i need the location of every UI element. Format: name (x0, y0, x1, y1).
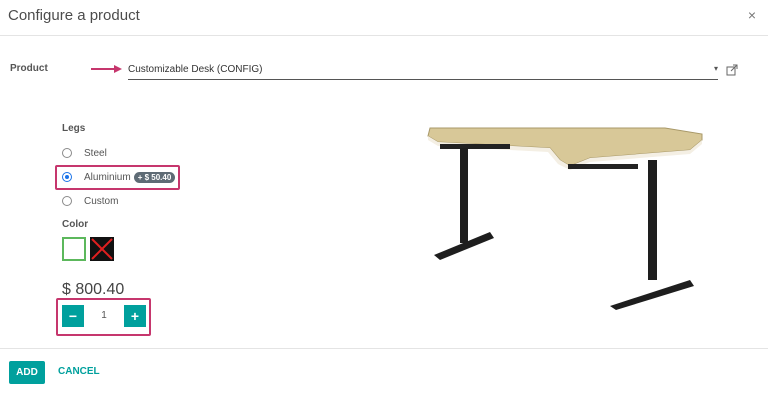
legs-option-aluminium[interactable]: Aluminium + $ 50.40 (62, 170, 176, 184)
radio-aluminium[interactable] (62, 172, 72, 182)
quantity-decrease-button[interactable]: − (62, 305, 84, 327)
legs-option-label: Custom (84, 195, 119, 207)
product-price: $ 800.40 (62, 281, 125, 298)
legs-option-steel[interactable]: Steel (62, 146, 107, 160)
product-select[interactable]: Customizable Desk (CONFIG) ▾ (128, 61, 718, 80)
color-swatch-black[interactable] (90, 237, 114, 261)
configure-product-dialog: Configure a product × Product Customizab… (0, 0, 768, 401)
legs-option-label: Steel (84, 147, 107, 159)
dialog-footer (0, 348, 768, 401)
quantity-input[interactable]: 1 (85, 305, 123, 327)
price-extra-badge: + $ 50.40 (133, 171, 176, 183)
chevron-down-icon[interactable]: ▾ (714, 64, 718, 73)
quantity-increase-button[interactable]: + (124, 305, 146, 327)
dialog-header: Configure a product × (0, 0, 768, 36)
close-icon[interactable]: × (748, 7, 756, 23)
add-button[interactable]: ADD (9, 361, 45, 384)
dialog-title: Configure a product (8, 7, 140, 24)
legs-option-label: Aluminium (84, 171, 131, 183)
color-attribute-label: Color (62, 219, 89, 230)
legs-attribute-label: Legs (62, 123, 86, 134)
color-swatch-white[interactable] (62, 237, 86, 261)
legs-option-custom[interactable]: Custom (62, 194, 118, 208)
cancel-button[interactable]: CANCEL (58, 366, 100, 377)
product-select-value: Customizable Desk (CONFIG) (128, 64, 263, 75)
product-label: Product (10, 63, 48, 74)
external-link-icon[interactable] (726, 64, 738, 76)
radio-custom[interactable] (62, 196, 72, 206)
radio-steel[interactable] (62, 148, 72, 158)
product-image (427, 127, 703, 310)
arrow-right-icon (91, 65, 122, 73)
